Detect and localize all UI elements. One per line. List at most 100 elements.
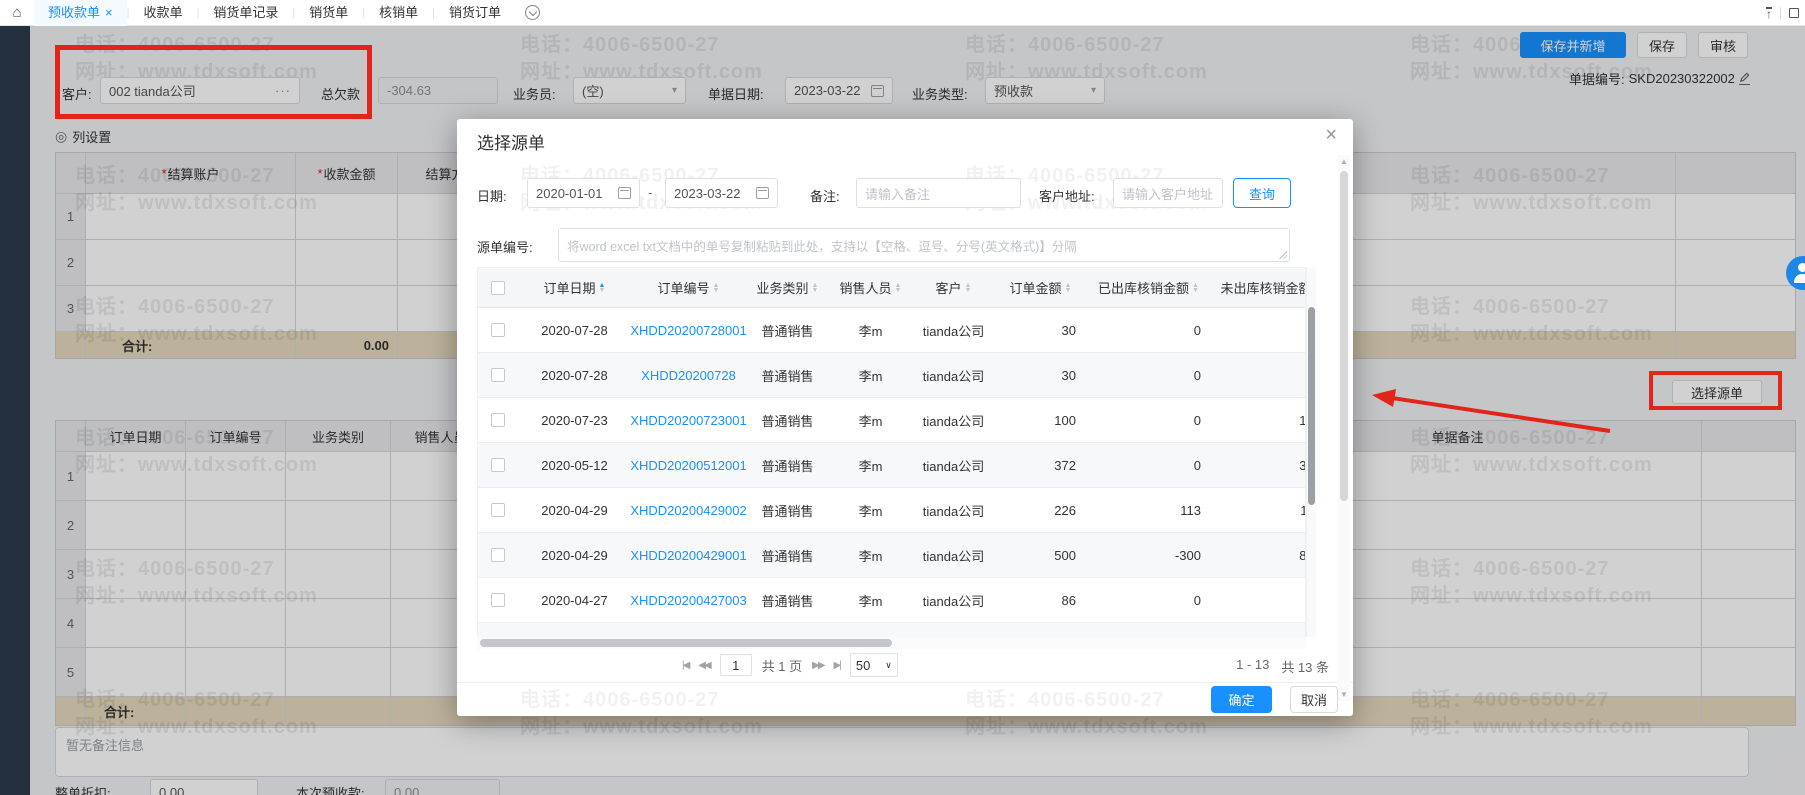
customer-cell: tianda公司 (912, 623, 995, 637)
close-icon[interactable]: × (1325, 125, 1337, 145)
sort-desc-icon: ▼ (599, 288, 606, 293)
row-checkbox[interactable] (491, 548, 505, 562)
resize-handle[interactable] (1278, 250, 1287, 259)
column-header-销售人员[interactable]: 销售人员▲▼ (829, 268, 912, 307)
cancel-button[interactable]: 取消 (1290, 686, 1338, 713)
shipped-settled-cell: 0 (1086, 308, 1211, 352)
close-tab-icon[interactable]: × (105, 0, 113, 26)
row-checkbox[interactable] (491, 368, 505, 382)
column-header-订单金额[interactable]: 订单金额▲▼ (995, 268, 1086, 307)
row-checkbox[interactable] (491, 413, 505, 427)
scroll-up-icon[interactable]: ▲ (1340, 157, 1348, 166)
pagination-range: 1 - 13 共 13 条 (1236, 657, 1329, 676)
seller-cell: 李m (829, 443, 912, 487)
column-header-客户[interactable]: 客户▲▼ (912, 268, 995, 307)
sort-icon[interactable]: ▲▼ (1192, 283, 1199, 293)
source-order-row[interactable]: 2020-07-28XHDD20200728普通销售李mtianda公司3003… (478, 353, 1306, 398)
column-header-业务类别[interactable]: 业务类别▲▼ (746, 268, 829, 307)
address-filter-input[interactable]: 请输入客户地址 (1113, 178, 1223, 208)
tab-销货订单[interactable]: 销货订单 (435, 0, 515, 26)
home-icon[interactable]: ⌂ (0, 4, 34, 21)
column-header-订单编号[interactable]: 订单编号▲▼ (631, 268, 746, 307)
source-order-row[interactable]: 2020-07-23XHDD20200723001普通销售李mtianda公司1… (478, 398, 1306, 443)
order-no-link[interactable]: XHDD20200728001 (631, 308, 746, 352)
biz-type-cell: 普通销售 (746, 308, 829, 352)
biz-type-cell: 普通销售 (746, 533, 829, 577)
confirm-button[interactable]: 确定 (1211, 686, 1272, 713)
shipped-settled-cell: 0 (1086, 353, 1211, 397)
column-header-订单日期[interactable]: 订单日期▲▼ (518, 268, 631, 307)
biz-type-cell: 普通销售 (746, 398, 829, 442)
sort-icon[interactable]: ▲▼ (1065, 283, 1072, 293)
order-no-link[interactable]: XHDD20200427002 (631, 623, 746, 637)
remark-filter-label: 备注: (810, 186, 840, 205)
order-date-cell: 2020-07-28 (518, 308, 631, 352)
fullscreen-icon[interactable] (1789, 8, 1799, 18)
shipped-settled-cell: 0 (1086, 623, 1211, 637)
source-order-row[interactable]: 2020-04-29XHDD20200429002普通销售李mtianda公司2… (478, 488, 1306, 533)
source-order-row[interactable]: 2020-04-27XHDD20200427003普通销售李mtianda公司8… (478, 578, 1306, 623)
date-filter-label: 日期: (477, 186, 507, 205)
page-size-select[interactable]: 50 ∨ (850, 653, 898, 677)
order-no-link[interactable]: XHDD20200723001 (631, 398, 746, 442)
source-order-row[interactable]: 2020-04-29XHDD20200429001普通销售李mtianda公司5… (478, 533, 1306, 578)
tab-销货单[interactable]: 销货单 (295, 0, 362, 26)
tab-核销单[interactable]: 核销单 (365, 0, 432, 26)
remark-filter-input[interactable]: 请输入备注 (856, 178, 1021, 208)
scrollbar-thumb[interactable] (1308, 307, 1315, 505)
sort-icon[interactable]: ▲▼ (713, 283, 720, 293)
customer-cell: tianda公司 (912, 533, 995, 577)
address-filter-placeholder: 请输入客户地址 (1122, 184, 1213, 203)
source-order-row[interactable]: 2020-04-27XHDD20200427002普通销售李mtianda公司3… (478, 623, 1306, 637)
header-label: 客户 (936, 278, 962, 297)
date-to-input[interactable]: 2023-03-22 (665, 178, 778, 208)
order-no-link[interactable]: XHDD20200429001 (631, 533, 746, 577)
tab-销货单记录[interactable]: 销货单记录 (199, 0, 292, 26)
page-input[interactable] (720, 654, 752, 676)
select-all-checkbox[interactable] (491, 281, 505, 295)
customer-cell: tianda公司 (912, 578, 995, 622)
grid-horizontal-scrollbar[interactable] (477, 637, 1306, 649)
seller-cell: 李m (829, 353, 912, 397)
next-page-button[interactable]: ▶▶ (812, 660, 823, 671)
column-header-已出库核销金额[interactable]: 已出库核销金额▲▼ (1086, 268, 1211, 307)
order-no-link[interactable]: XHDD20200728 (631, 353, 746, 397)
row-checkbox[interactable] (491, 593, 505, 607)
order-no-link[interactable]: XHDD20200427003 (631, 578, 746, 622)
scrollbar-thumb[interactable] (1340, 171, 1348, 501)
first-page-button[interactable]: |◀ (682, 660, 688, 671)
order-date-cell: 2020-04-27 (518, 623, 631, 637)
scrollbar-thumb[interactable] (480, 639, 892, 647)
scroll-top-icon[interactable]: ↑ (1766, 7, 1772, 19)
column-header-未出库核销金额[interactable]: 未出库核销金额▲▼ (1211, 268, 1306, 307)
grid-vertical-scrollbar[interactable] (1306, 267, 1316, 637)
sort-icon[interactable]: ▲▼ (965, 283, 972, 293)
modal-scrollbar[interactable]: ▲ ▼ (1338, 155, 1350, 701)
source-order-row[interactable]: 2020-07-28XHDD20200728001普通销售李mtianda公司3… (478, 308, 1306, 353)
seller-cell: 李m (829, 398, 912, 442)
source-no-label: 源单编号: (477, 237, 533, 256)
row-checkbox[interactable] (491, 503, 505, 517)
tabs-dropdown-icon[interactable] (525, 5, 540, 20)
date-from-input[interactable]: 2020-01-01 (527, 178, 640, 208)
sort-icon[interactable]: ▲▼ (895, 283, 902, 293)
order-no-link[interactable]: XHDD20200429002 (631, 488, 746, 532)
row-checkbox[interactable] (491, 323, 505, 337)
source-order-row[interactable]: 2020-05-12XHDD20200512001普通销售李mtianda公司3… (478, 443, 1306, 488)
prev-page-button[interactable]: ◀◀ (698, 660, 709, 671)
row-checkbox[interactable] (491, 458, 505, 472)
last-page-button[interactable]: ▶| (834, 660, 840, 671)
sort-icon[interactable]: ▲▼ (599, 283, 606, 293)
seller-cell: 李m (829, 308, 912, 352)
unshipped-settled-cell: 113 (1211, 488, 1306, 532)
scroll-down-icon[interactable]: ▼ (1340, 690, 1348, 699)
order-no-link[interactable]: XHDD20200512001 (631, 443, 746, 487)
tab-预收款单[interactable]: 预收款单× (34, 0, 127, 26)
search-button[interactable]: 查询 (1233, 178, 1291, 208)
tab-label: 销货单记录 (213, 0, 278, 26)
customer-cell: tianda公司 (912, 353, 995, 397)
source-no-textarea[interactable]: 将word excel txt文档中的单号复制粘贴到此处，支持以【空格、逗号、分… (558, 228, 1290, 262)
tab-收款单[interactable]: 收款单 (129, 0, 196, 26)
sort-icon[interactable]: ▲▼ (812, 283, 819, 293)
grid-inner: 订单日期▲▼订单编号▲▼业务类别▲▼销售人员▲▼客户▲▼订单金额▲▼已出库核销金… (478, 268, 1306, 637)
